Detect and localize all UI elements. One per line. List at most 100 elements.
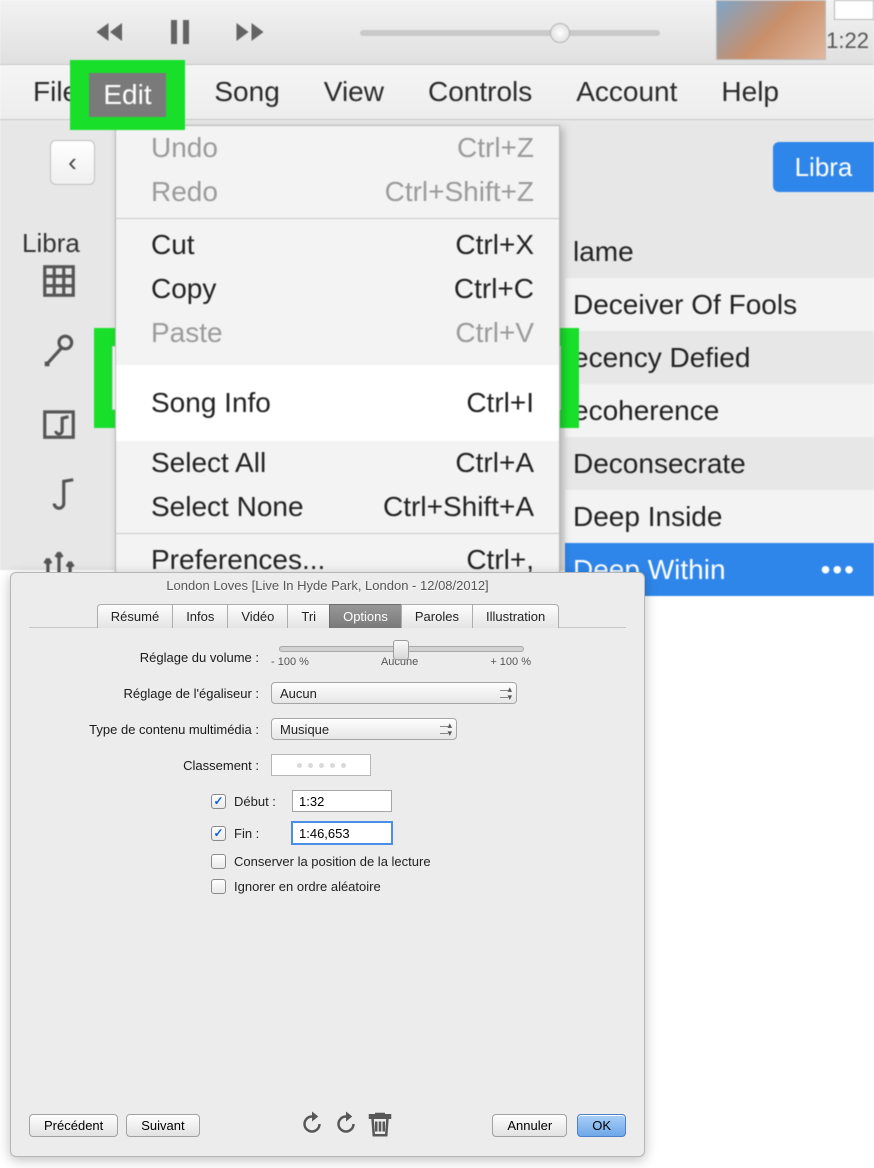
next-button[interactable]: Suivant — [126, 1114, 199, 1137]
trash-icon[interactable] — [365, 1109, 395, 1142]
label-start: Début : — [234, 794, 284, 809]
end-checkbox[interactable]: ✓ — [211, 826, 226, 841]
menu-undo[interactable]: Undo Ctrl+Z — [116, 126, 559, 170]
menu-paste-shortcut: Ctrl+V — [455, 317, 534, 349]
list-item[interactable]: ecoherence — [565, 384, 874, 437]
progress-slider[interactable] — [360, 30, 660, 36]
label-skip: Ignorer en ordre aléatoire — [234, 879, 381, 894]
album-art — [716, 0, 826, 60]
itunes-window: 1:22 File Edit Song View Controls Accoun… — [0, 0, 874, 570]
equalizer-value: Aucun — [280, 686, 317, 701]
chevron-left-icon: ‹ — [68, 147, 77, 178]
menu-select-all[interactable]: Select AllCtrl+A — [116, 441, 559, 485]
tab-paroles[interactable]: Paroles — [401, 604, 473, 628]
menu-edit[interactable]: Edit — [89, 73, 165, 117]
menu-undo-shortcut: Ctrl+Z — [457, 132, 534, 164]
cancel-button[interactable]: Annuler — [492, 1114, 567, 1137]
rating-control[interactable] — [271, 754, 371, 776]
menu-paste[interactable]: PasteCtrl+V — [116, 311, 559, 355]
menu-cut[interactable]: Cut Ctrl+X — [116, 223, 559, 267]
song-title: ecoherence — [573, 395, 719, 427]
song-title: ecency Defied — [573, 342, 750, 374]
grid-icon[interactable] — [40, 262, 78, 305]
library-button-label: Libra — [795, 152, 853, 183]
menu-select-all-label: Select All — [151, 447, 266, 479]
menu-song[interactable]: Song — [206, 72, 287, 112]
skip-shuffle-checkbox[interactable]: ✓ — [211, 879, 226, 894]
tab-tri[interactable]: Tri — [287, 604, 330, 628]
tab-illustration[interactable]: Illustration — [472, 604, 559, 628]
end-time-input[interactable] — [292, 822, 392, 844]
select-arrows-icon: ▴▾ — [447, 721, 452, 737]
menu-song-info[interactable]: Song InfoCtrl+I — [116, 365, 559, 441]
media-type-select[interactable]: Musique ▴▾ — [271, 718, 457, 740]
menu-copy-label: Copy — [151, 273, 216, 305]
menu-cut-shortcut: Ctrl+X — [455, 229, 534, 261]
song-title: lame — [573, 236, 634, 268]
list-item[interactable]: Deep Inside — [565, 490, 874, 543]
prev-button[interactable]: Précédent — [29, 1114, 118, 1137]
ok-button[interactable]: OK — [577, 1114, 626, 1137]
tab-options[interactable]: Options — [329, 604, 402, 628]
menu-controls[interactable]: Controls — [420, 72, 540, 112]
progress-thumb-icon[interactable] — [550, 23, 570, 43]
song-info-dialog: London Loves [Live In Hyde Park, London … — [10, 572, 645, 1157]
pause-icon[interactable] — [160, 12, 200, 52]
redo-icon[interactable] — [331, 1109, 361, 1142]
song-title: Deceiver Of Fools — [573, 289, 797, 321]
menu-copy[interactable]: Copy Ctrl+C — [116, 267, 559, 311]
ellipsis-icon[interactable]: ••• — [821, 554, 856, 586]
menu-redo-label: Redo — [151, 176, 218, 208]
microphone-icon[interactable] — [40, 333, 78, 376]
list-item[interactable]: Deceiver Of Fools — [565, 278, 874, 331]
undo-icon[interactable] — [297, 1109, 327, 1142]
menu-song-info-label: Song Info — [151, 387, 271, 419]
sidebar-icons — [40, 262, 78, 589]
vol-neg: - 100 % — [271, 656, 309, 668]
volume-slider[interactable] — [279, 646, 524, 652]
tab-video[interactable]: Vidéo — [227, 604, 288, 628]
menu-view[interactable]: View — [316, 72, 392, 112]
menu-help[interactable]: Help — [713, 72, 787, 112]
dialog-overlay-toolbar — [297, 1109, 395, 1142]
options-pane: Réglage du volume : - 100 % Aucune + 100… — [11, 628, 644, 914]
menu-select-none-label: Select None — [151, 491, 304, 523]
music-note-icon[interactable] — [40, 475, 78, 518]
list-item[interactable]: lame — [565, 225, 874, 278]
edit-dropdown: Undo Ctrl+Z Redo Ctrl+Shift+Z Cut Ctrl+X Co… — [115, 125, 560, 583]
keep-position-checkbox[interactable]: ✓ — [211, 854, 226, 869]
menu-undo-label: Undo — [151, 132, 218, 164]
elapsed-time: 1:22 — [826, 28, 869, 54]
menu-redo[interactable]: Redo Ctrl+Shift+Z — [116, 170, 559, 214]
sidebar-heading: Libra — [22, 228, 80, 259]
menu-copy-shortcut: Ctrl+C — [454, 273, 534, 305]
song-title: Deconsecrate — [573, 448, 746, 480]
song-list: lame Deceiver Of Fools ecency Defied eco… — [565, 225, 874, 596]
library-button[interactable]: Libra — [773, 142, 874, 192]
edit-highlight: Edit — [70, 60, 185, 130]
menu-redo-shortcut: Ctrl+Shift+Z — [385, 176, 534, 208]
corner-box — [834, 0, 874, 20]
rewind-icon[interactable] — [90, 12, 130, 52]
list-item[interactable]: Deconsecrate — [565, 437, 874, 490]
tab-resume[interactable]: Résumé — [97, 604, 173, 628]
back-button[interactable]: ‹ — [50, 140, 95, 185]
label-eq: Réglage de l'égaliseur : — [41, 686, 271, 701]
menu-cut-label: Cut — [151, 229, 195, 261]
forward-icon[interactable] — [230, 12, 270, 52]
dialog-button-row: Précédent Suivant Annuler OK — [29, 1109, 626, 1142]
tab-infos[interactable]: Infos — [172, 604, 228, 628]
menu-select-none[interactable]: Select NoneCtrl+Shift+A — [116, 485, 559, 529]
equalizer-select[interactable]: Aucun ▴▾ — [271, 682, 517, 704]
song-title: Deep Inside — [573, 501, 722, 533]
select-arrows-icon: ▴▾ — [507, 685, 512, 701]
start-checkbox[interactable]: ✓ — [211, 794, 226, 809]
list-item[interactable]: ecency Defied — [565, 331, 874, 384]
menu-account[interactable]: Account — [568, 72, 685, 112]
start-time-input[interactable] — [292, 790, 392, 812]
label-media: Type de contenu multimédia : — [41, 722, 271, 737]
label-rating: Classement : — [41, 758, 271, 773]
slider-thumb-icon[interactable] — [393, 640, 409, 660]
music-note-box-icon[interactable] — [40, 404, 78, 447]
label-end: Fin : — [234, 826, 284, 841]
